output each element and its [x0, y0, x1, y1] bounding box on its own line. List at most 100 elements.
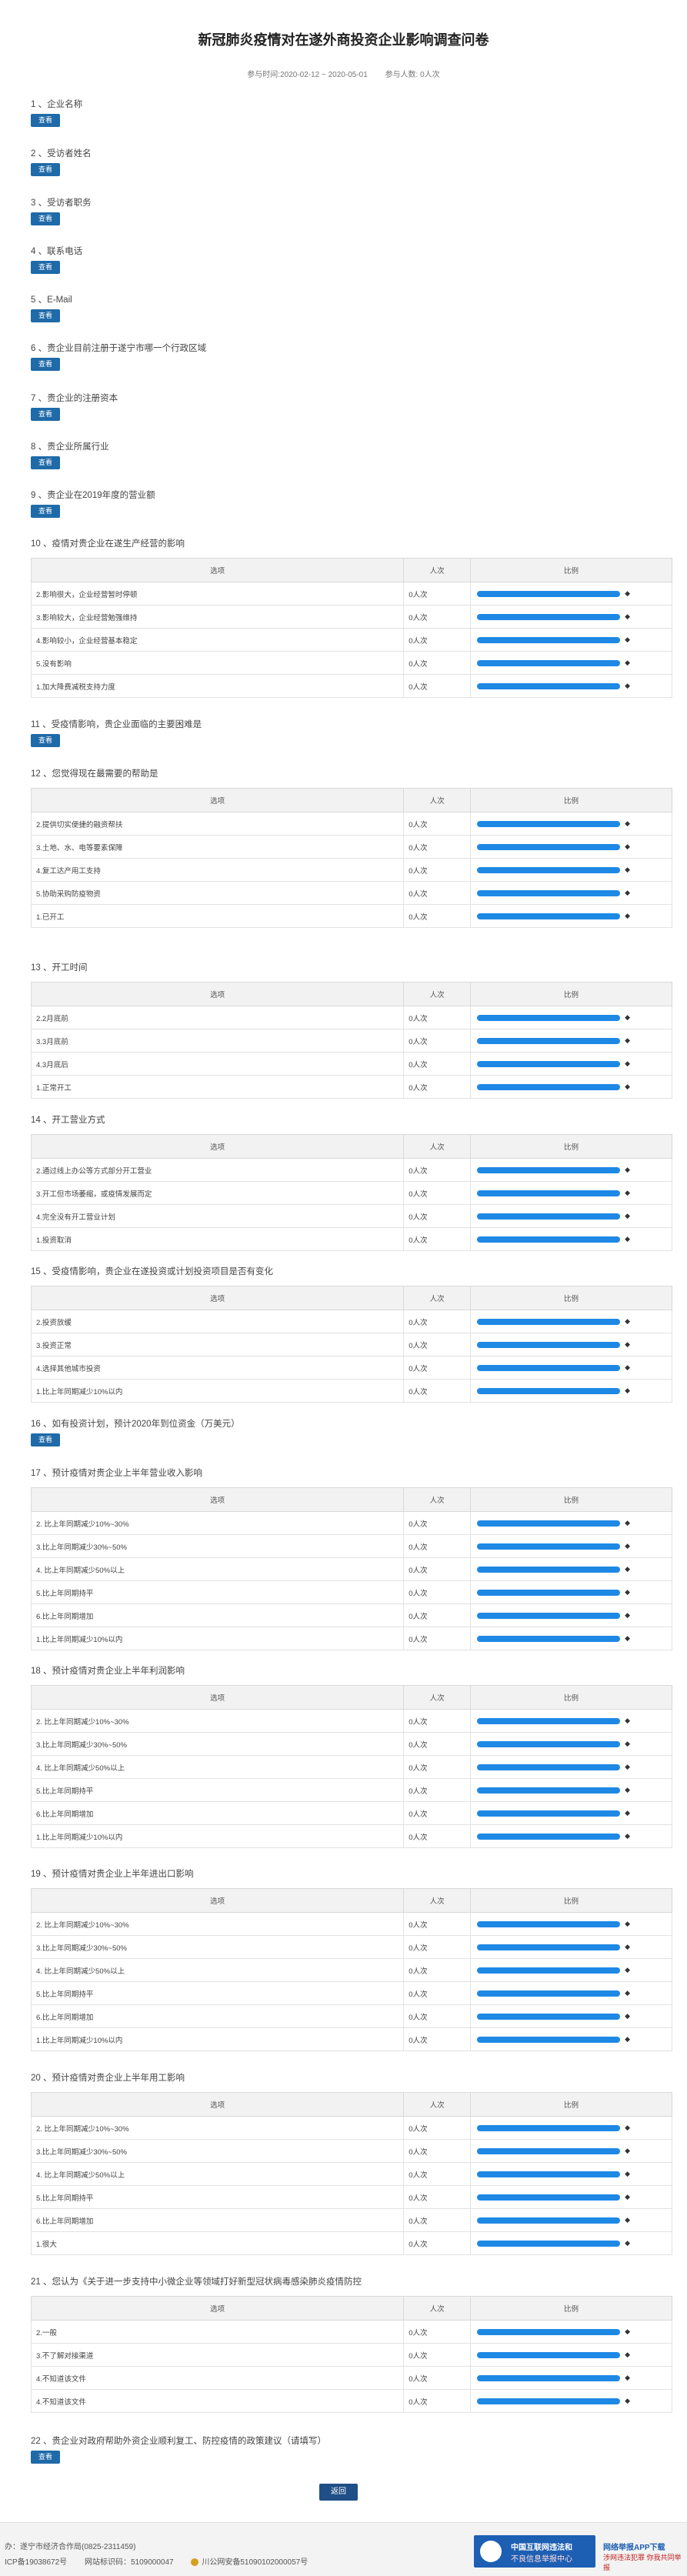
ratio-marker-icon: ◆: [625, 1036, 630, 1044]
option-ratio: ◆: [470, 582, 672, 606]
column-header-count: 人次: [403, 1487, 472, 1512]
table-row: 1.很大 0人次 ◆: [30, 2231, 672, 2255]
table-row: 3.投资正常 0人次 ◆: [30, 1333, 672, 1356]
column-header-option: 选项: [30, 788, 405, 813]
question-5: 5 、E-Mail 查看: [31, 294, 672, 322]
ratio-bar-wrap: ◆: [475, 1943, 667, 1951]
ratio-bar-fill: [477, 2171, 621, 2177]
view-button[interactable]: 查看: [31, 212, 61, 225]
table-row: 4.3月底后 0人次 ◆: [30, 1052, 672, 1076]
table-row: 3.比上年同期减少30%~50% 0人次 ◆: [30, 1935, 672, 1959]
view-button[interactable]: 查看: [31, 408, 61, 421]
ratio-bar-wrap: ◆: [475, 1966, 667, 1974]
ratio-bar: [477, 2397, 621, 2404]
ratio-bar: [477, 1967, 621, 1974]
page-title: 新冠肺炎疫情对在遂外商投资企业影响调查问卷: [198, 32, 489, 48]
view-button[interactable]: 查看: [31, 358, 61, 371]
option-count: 0人次: [403, 1333, 472, 1356]
ratio-bar-fill: [477, 659, 621, 666]
question-1: 1 、企业名称 查看: [31, 98, 672, 127]
view-button[interactable]: 查看: [31, 505, 61, 518]
option-label: 5.协助采购防疫物资: [30, 881, 405, 905]
view-button[interactable]: 查看: [31, 2451, 61, 2464]
ratio-bar-wrap: ◆: [475, 819, 667, 828]
ratio-bar: [477, 1037, 621, 1044]
ratio-bar-wrap: ◆: [475, 843, 667, 851]
ratio-bar-fill: [477, 1787, 621, 1794]
ratio-bar-fill: [477, 2397, 621, 2404]
results-table: 选项 人次 比例 2.影响很大，企业经营暂时停顿 0人次 ◆ 3.影响较大，企业经营勉强维持…: [30, 558, 672, 698]
column-header-ratio: 比例: [470, 1888, 672, 1913]
results-table: 选项 人次 比例 2. 比上年同期减少10%~30% 0人次 ◆ 3.比上年同期减少30%~…: [30, 1685, 672, 1848]
ratio-bar-wrap: ◆: [475, 1363, 667, 1372]
option-count: 0人次: [403, 1958, 472, 1982]
question-17: 17 、预计疫情对贵企业上半年营业收入影响 选项 人次 比例 2. 比上年同期减少10%…: [30, 1467, 672, 1650]
ratio-bar-fill: [477, 2013, 621, 2020]
view-button[interactable]: 查看: [31, 114, 61, 127]
results-table: 选项 人次 比例 2. 比上年同期减少10%~30% 0人次 ◆ 3.比上年同期减少30%~…: [30, 2092, 672, 2255]
option-count: 0人次: [403, 2343, 472, 2367]
police-record[interactable]: 川公网安备51090102000057号: [191, 2558, 323, 2567]
ratio-bar-wrap: ◆: [475, 1542, 667, 1550]
question-13: 13 、开工时间 选项 人次 比例 2.2月底前 0人次 ◆ 3.3月底前 0人次 ◆ 4.3月底后…: [30, 962, 672, 1099]
question-9: 9 、贵企业在2019年度的营业额 查看: [31, 489, 672, 518]
option-label: 4.完全没有开工营业计划: [30, 1204, 405, 1228]
option-count: 0人次: [403, 1981, 472, 2005]
option-label: 6.比上年同期增加: [30, 1801, 405, 1825]
ratio-bar: [477, 1635, 621, 1642]
option-label: 5.没有影响: [30, 651, 405, 675]
icp-record[interactable]: ICP备19038672号: [5, 2558, 67, 2567]
option-count: 0人次: [403, 1935, 472, 1959]
table-row: 2.影响很大，企业经营暂时停顿 0人次 ◆: [30, 582, 672, 606]
ratio-bar: [477, 1920, 621, 1927]
ratio-bar: [477, 1740, 621, 1747]
view-button[interactable]: 查看: [31, 1433, 61, 1446]
option-label: 5.比上年同期持平: [30, 1981, 405, 2005]
view-button[interactable]: 查看: [31, 456, 61, 469]
option-ratio: ◆: [470, 1755, 672, 1779]
ratio-bar-wrap: ◆: [475, 1317, 667, 1326]
option-count: 0人次: [403, 1181, 472, 1205]
view-button[interactable]: 查看: [31, 163, 61, 176]
ratio-bar-fill: [477, 1740, 621, 1747]
table-row: 3.比上年同期减少30%~50% 0人次 ◆: [30, 2139, 672, 2163]
table-row: 3.不了解对接渠道 0人次 ◆: [30, 2343, 672, 2367]
option-label: 3.不了解对接渠道: [30, 2343, 405, 2367]
ratio-marker-icon: ◆: [625, 612, 630, 620]
view-button[interactable]: 查看: [31, 734, 61, 747]
column-header-option: 选项: [30, 1685, 405, 1710]
ratio-bar-wrap: ◆: [475, 2397, 667, 2405]
table-row: 5.比上年同期持平 0人次 ◆: [30, 2185, 672, 2209]
option-count: 0人次: [403, 812, 472, 836]
table-row: 2.2月底前 0人次 ◆: [30, 1006, 672, 1029]
ratio-bar-wrap: ◆: [475, 1920, 667, 1928]
ratio-bar: [477, 2351, 621, 2358]
option-ratio: ◆: [470, 1052, 672, 1076]
ratio-bar: [477, 2240, 621, 2247]
ratio-marker-icon: ◆: [625, 1519, 630, 1527]
report-center-badge[interactable]: 中国互联网违法和 不良信息举报中心: [474, 2535, 595, 2568]
report-app-badge[interactable]: 网络举报APP下载 涉网违法犯罪 你我共同举报: [599, 2535, 685, 2571]
option-label: 5.比上年同期持平: [30, 1778, 405, 1802]
option-label: 5.比上年同期持平: [30, 1580, 405, 1604]
table-header-row: 选项 人次 比例: [30, 1487, 672, 1512]
ratio-bar-fill: [477, 913, 621, 919]
ratio-bar: [477, 913, 621, 919]
ratio-bar-fill: [477, 1364, 621, 1371]
option-label: 3.投资正常: [30, 1333, 405, 1356]
ratio-bar-wrap: ◆: [475, 2327, 667, 2336]
table-row: 6.比上年同期增加 0人次 ◆: [30, 2208, 672, 2232]
return-button[interactable]: 返回: [319, 2484, 358, 2501]
view-button[interactable]: 查看: [31, 261, 61, 274]
ratio-marker-icon: ◆: [625, 1717, 630, 1724]
option-ratio: ◆: [470, 904, 672, 928]
option-count: 0人次: [403, 1801, 472, 1825]
column-header-option: 选项: [30, 1134, 405, 1159]
view-button[interactable]: 查看: [31, 309, 61, 322]
option-count: 0人次: [403, 1227, 472, 1251]
option-label: 4.不知道该文件: [30, 2366, 405, 2390]
option-label: 4. 比上年同期减少50%以上: [30, 1755, 405, 1779]
ratio-bar-wrap: ◆: [475, 2170, 667, 2178]
question-title: 20 、预计疫情对贵企业上半年用工影响: [31, 2074, 185, 2083]
option-label: 1.投资取消: [30, 1227, 405, 1251]
